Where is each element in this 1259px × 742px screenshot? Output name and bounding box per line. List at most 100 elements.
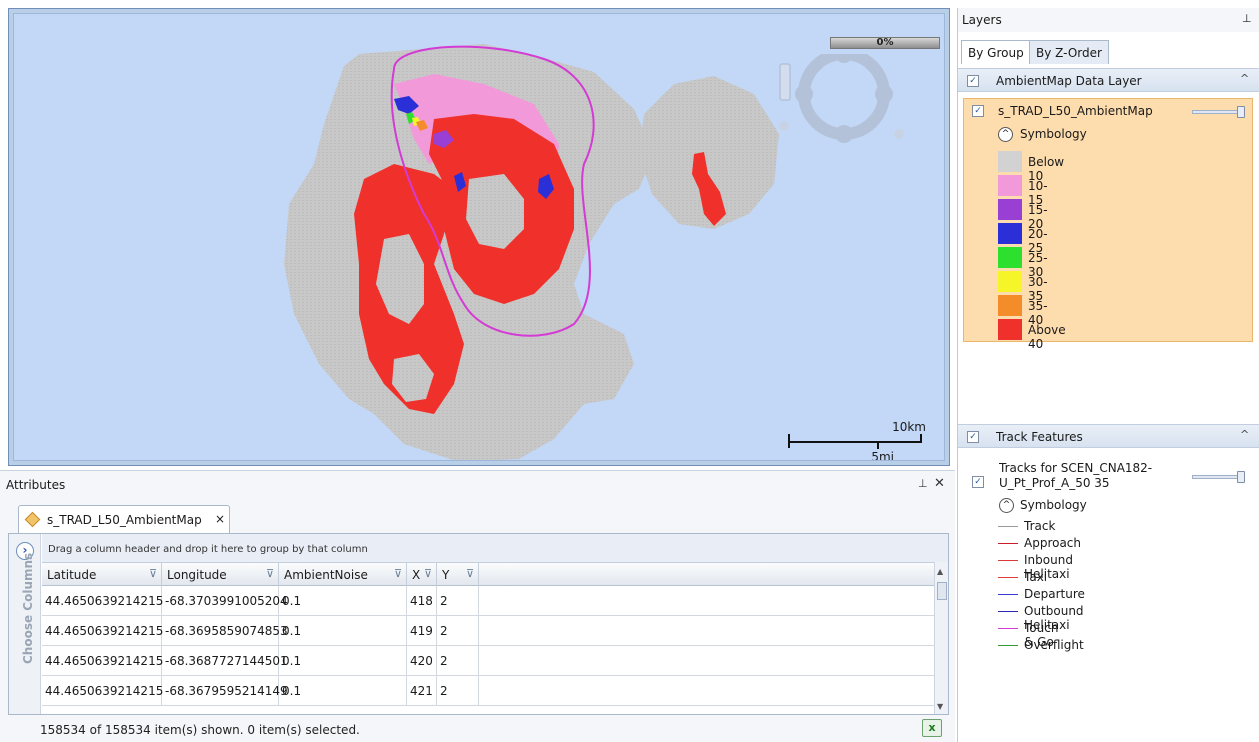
legend-swatch [998,151,1022,172]
column-label: Latitude [47,568,97,582]
pan-ring[interactable] [798,54,890,140]
table-cell[interactable]: 0.1 [279,676,407,705]
symbology-collapse-icon[interactable]: ^ [999,498,1014,513]
pin-icon[interactable]: ⊥ [1242,12,1252,25]
attributes-panel: Attributes ⊥ ✕ s_TRAD_L50_AmbientMap × ›… [0,470,955,742]
table-cell[interactable]: 420 [407,646,437,675]
group-label: Track Features [996,430,1083,444]
group-header-ambientmap[interactable]: ✓ AmbientMap Data Layer ^ [958,68,1259,92]
scroll-up-icon[interactable]: ▲ [937,567,943,576]
progress-text: 0% [876,37,894,48]
vertical-scrollbar[interactable]: ▲ ▼ [934,562,948,714]
filter-icon[interactable]: ⊽ [266,567,274,580]
map-view[interactable]: 0% 10km 5mi [13,13,945,461]
opacity-slider[interactable] [1192,106,1245,118]
table-cell[interactable]: 418 [407,586,437,615]
table-row[interactable]: 44.4650639214215 -68.3703991005204 0.1 418 2 [42,586,934,616]
table-cell[interactable]: 44.4650639214215 [42,646,163,675]
table-cell[interactable]: -68.3687727144501 [162,646,288,675]
tab-close-icon[interactable]: × [215,512,225,526]
tab-by-z-order[interactable]: By Z-Order [1029,40,1109,64]
track-line-swatch [998,526,1018,527]
table-cell[interactable]: 0.1 [279,616,407,645]
filter-icon[interactable]: ⊽ [466,567,474,580]
table-cell[interactable]: 0.1 [279,646,407,675]
slider-knob[interactable] [1237,471,1245,483]
filter-icon[interactable]: ⊽ [424,567,432,580]
table-cell[interactable]: 2 [437,646,479,675]
legend-swatch [998,223,1022,244]
north-icon[interactable] [779,121,789,131]
scroll-thumb[interactable] [937,582,947,600]
scroll-down-icon[interactable]: ▼ [937,702,943,711]
group-header-track-features[interactable]: ✓ Track Features ^ [958,424,1259,448]
table-cell[interactable]: 44.4650639214215 [42,676,163,705]
slider-knob[interactable] [1237,106,1245,118]
table-cell[interactable]: 421 [407,676,437,705]
pin-icon[interactable]: ⊥ [918,477,928,490]
ambientmap-layer-item[interactable]: ✓ s_TRAD_L50_AmbientMap ^ Symbology Belo… [963,98,1253,351]
collapse-chevron-icon[interactable]: ^ [1240,428,1249,441]
column-header-latitude[interactable]: Latitude ⊽ [42,563,162,586]
legend-swatch [998,271,1022,292]
table-cell[interactable]: 2 [437,586,479,615]
column-header-y[interactable]: Y ⊽ [437,563,479,586]
table-row[interactable]: 44.4650639214215 -68.3679595214149 0.1 421 2 [42,676,934,706]
table-cell[interactable]: 419 [407,616,437,645]
table-cell[interactable]: 0.1 [279,586,407,615]
track-line-swatch [998,594,1018,595]
close-icon[interactable]: ✕ [934,476,945,491]
status-text: 158534 of 158534 item(s) shown. 0 item(s… [40,723,360,737]
track-line-swatch [998,543,1018,544]
filter-icon[interactable]: ⊽ [394,567,402,580]
export-excel-button[interactable]: x [922,719,942,737]
filter-icon[interactable]: ⊽ [149,567,157,580]
pan-right-icon[interactable] [875,85,893,103]
choose-columns-label[interactable]: Choose Columns [21,553,35,664]
group-checkbox[interactable]: ✓ [967,75,979,87]
table-cell[interactable]: -68.3679595214149 [162,676,288,705]
opacity-slider[interactable] [1192,471,1245,483]
group-by-drop-zone[interactable]: Drag a column header and drop it here to… [42,534,948,562]
track-label: Taxi [1024,570,1048,584]
symbology-label: Symbology [1020,127,1087,141]
track-line-swatch [998,628,1018,629]
layer-name: s_TRAD_L50_AmbientMap [998,104,1153,118]
attributes-title: Attributes [6,478,66,492]
column-header-ambientnoise[interactable]: AmbientNoise ⊽ [279,563,407,586]
table-cell[interactable]: -68.3703991005204 [162,586,288,615]
pan-up-icon[interactable] [835,54,853,63]
globe-icon[interactable] [894,129,904,139]
legend-label: Above 40 [1028,323,1066,351]
table-cell[interactable]: 44.4650639214215 [42,616,163,645]
table-cell[interactable]: 2 [437,676,479,705]
zoom-slider[interactable] [779,63,791,101]
collapse-chevron-icon[interactable]: ^ [1240,72,1249,85]
track-line-swatch [998,645,1018,646]
scale-bar: 10km 5mi [784,420,944,461]
pan-down-icon[interactable] [835,125,853,143]
table-cell[interactable]: -68.3695859074853 [162,616,288,645]
symbology-collapse-icon[interactable]: ^ [998,127,1013,142]
loading-progress-bar: 0% [830,37,940,49]
layers-panel: Layers ⊥ By Group By Z-Order ✓ AmbientMa… [957,8,1259,742]
pan-left-icon[interactable] [795,85,813,103]
scale-mi-label: 5mi [871,450,894,461]
track-label: Overflight [1024,638,1084,652]
table-row[interactable]: 44.4650639214215 -68.3695859074853 0.1 419 2 [42,616,934,646]
table-cell[interactable]: 44.4650639214215 [42,586,163,615]
map-navigation-control[interactable] [774,54,914,154]
choose-columns-strip[interactable]: › Choose Columns [9,534,41,714]
layer-checkbox[interactable]: ✓ [972,476,984,488]
layer-checkbox[interactable]: ✓ [972,105,984,117]
tab-ambientmap[interactable]: s_TRAD_L50_AmbientMap × [18,505,230,533]
column-header-longitude[interactable]: Longitude ⊽ [162,563,279,586]
tab-by-group[interactable]: By Group [961,40,1031,64]
table-cell[interactable]: 2 [437,616,479,645]
column-header-x[interactable]: X ⊽ [407,563,437,586]
track-layer-item[interactable]: ✓ Tracks for SCEN_CNA182- U_Pt_Prof_A_50… [958,456,1259,676]
group-label: AmbientMap Data Layer [996,74,1142,88]
table-row[interactable]: 44.4650639214215 -68.3687727144501 0.1 420 2 [42,646,934,676]
track-label: Approach [1024,536,1082,550]
group-checkbox[interactable]: ✓ [967,431,979,443]
